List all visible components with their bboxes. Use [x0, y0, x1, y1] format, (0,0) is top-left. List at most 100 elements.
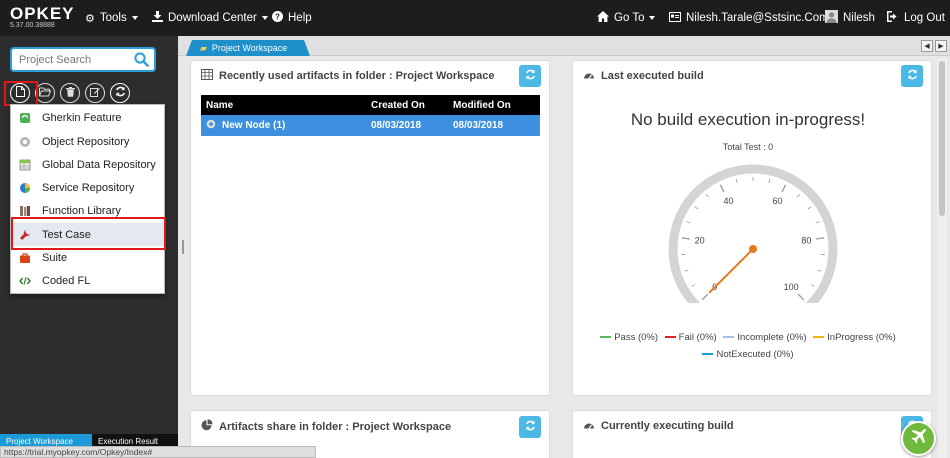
project-search-input[interactable] — [12, 49, 130, 70]
gauge-minor-tick — [768, 178, 771, 183]
refresh-tree-button[interactable] — [110, 83, 130, 103]
artifacts-share-title: Artifacts share in folder : Project Work… — [201, 419, 451, 434]
gauge-minor-tick — [694, 206, 699, 210]
gauge-needle-pivot — [749, 245, 757, 253]
logout-button[interactable]: Log Out — [887, 0, 945, 36]
test-case-icon — [19, 229, 31, 241]
build-gauge: 020406080100 — [668, 164, 838, 303]
workspace-tab-bar: ▰ Project Workspace ◀ ▶ — [178, 36, 950, 56]
service-repository-icon — [19, 182, 31, 194]
refresh-recent-button[interactable] — [519, 65, 541, 87]
table-header-row: Name Created On Modified On — [201, 95, 540, 115]
logo-text: OPKEY — [10, 4, 75, 23]
tools-menu[interactable]: ⚙ Tools — [85, 0, 138, 36]
menu-item-global-data-repository[interactable]: Global Data Repository — [11, 153, 164, 176]
tools-label: Tools — [99, 12, 127, 24]
gauge-major-tick — [816, 237, 825, 240]
user-profile[interactable]: Nilesh — [825, 0, 875, 36]
search-icon[interactable] — [134, 52, 149, 70]
edit-icon — [90, 86, 100, 100]
download-icon — [152, 11, 163, 25]
menu-item-label: Global Data Repository — [42, 158, 156, 171]
table-icon — [201, 69, 213, 83]
column-header[interactable]: Created On — [366, 95, 448, 115]
delete-button[interactable] — [60, 83, 80, 103]
panel-title-text: Currently executing build — [601, 420, 734, 432]
download-center-menu[interactable]: Download Center — [152, 0, 268, 36]
airplane-icon — [909, 427, 929, 450]
refresh-icon — [907, 69, 918, 83]
help-link[interactable]: ? Help — [272, 0, 312, 36]
open-folder-icon — [39, 86, 52, 100]
created-on-cell: 08/03/2018 — [366, 115, 448, 136]
refresh-icon — [525, 420, 536, 434]
refresh-icon — [525, 69, 536, 83]
edit-button[interactable] — [85, 83, 105, 103]
scroll-left-arrow[interactable]: ◀ — [921, 40, 933, 52]
sign-out-icon — [887, 11, 899, 25]
column-header[interactable]: Modified On — [448, 95, 540, 115]
gauge-tick-label: 60 — [773, 196, 783, 206]
column-header[interactable]: Name — [201, 95, 366, 115]
menu-item-label: Function Library — [42, 204, 121, 217]
object-repository-icon — [19, 136, 31, 148]
home-icon — [597, 11, 609, 25]
top-navbar: OPKEY 5.37.00.38888 ⚙ Tools Download Cen… — [0, 0, 950, 36]
menu-item-label: Test Case — [42, 228, 91, 241]
gauge-minor-tick — [807, 206, 812, 210]
chevron-down-icon — [261, 16, 268, 20]
legend-fail: Fail (0%) — [664, 331, 717, 343]
legend-label: Fail (0%) — [678, 331, 717, 343]
pie-chart-icon — [201, 419, 213, 434]
chevron-down-icon — [649, 16, 656, 20]
user-email[interactable]: Nilesh.Tarale@Sstsinc.Com — [669, 0, 829, 36]
menu-item-suite[interactable]: Suite — [11, 246, 164, 269]
tab-project-workspace-main[interactable]: ▰ Project Workspace — [186, 40, 310, 56]
gauge-tick-label: 100 — [784, 282, 799, 292]
function-library-icon — [19, 205, 31, 217]
legend-pass: Pass (0%) — [600, 332, 658, 343]
panel-title-text: Artifacts share in folder : Project Work… — [219, 420, 452, 433]
project-search-box — [10, 47, 156, 72]
menu-item-coded-fl[interactable]: Coded FL — [11, 269, 164, 292]
table-row[interactable]: New Node (1) 08/03/2018 08/03/2018 — [201, 115, 540, 136]
gauge-minor-tick — [691, 284, 696, 287]
scrollbar-thumb[interactable] — [939, 61, 945, 216]
gauge-legend: Pass (0%) Fail (0%) Incomplete (0%) InPr… — [573, 330, 923, 343]
gauge-tick-label: 40 — [723, 196, 733, 206]
gauge-minor-tick — [815, 221, 820, 224]
dashboard-icon — [583, 419, 595, 433]
gauge-minor-tick — [686, 221, 691, 224]
gauge-minor-tick — [735, 178, 738, 183]
refresh-icon — [115, 86, 126, 100]
launch-execution-button[interactable] — [901, 421, 936, 456]
gauge-major-tick — [701, 293, 709, 301]
opkey-logo[interactable]: OPKEY 5.37.00.38888 — [10, 5, 75, 30]
app-version: 5.37.00.38888 — [10, 22, 55, 29]
artifact-name-cell: New Node (1) — [201, 115, 366, 136]
refresh-share-button[interactable] — [519, 416, 541, 438]
scroll-right-arrow[interactable]: ▶ — [935, 40, 947, 52]
menu-item-service-repository[interactable]: Service Repository — [11, 176, 164, 199]
gauge-major-tick — [681, 237, 690, 240]
refresh-last-build-button[interactable] — [901, 65, 923, 87]
gauge-minor-tick — [705, 193, 710, 198]
tab-label: Execution Result — [98, 436, 159, 446]
main-scrollbar[interactable] — [937, 58, 947, 458]
build-status-message: No build execution in-progress! — [630, 110, 866, 129]
panel-title-text: Recently used artifacts in folder : Proj… — [219, 70, 495, 82]
last-build-panel: Last executed build No build execution i… — [572, 60, 932, 396]
menu-item-function-library[interactable]: Function Library — [11, 199, 164, 222]
gauge-needle — [708, 248, 754, 294]
open-folder-button[interactable] — [35, 83, 55, 103]
gauge-minor-tick — [684, 269, 689, 272]
sidebar-splitter-handle[interactable] — [182, 240, 184, 254]
menu-item-test-case[interactable]: Test Case — [11, 223, 164, 246]
help-label: Help — [288, 12, 312, 24]
menu-item-label: Coded FL — [42, 274, 91, 287]
workspace-tab-label: Project Workspace — [211, 43, 288, 53]
question-icon: ? — [272, 11, 283, 25]
menu-item-object-repository[interactable]: Object Repository — [11, 130, 164, 153]
goto-menu[interactable]: Go To — [597, 0, 656, 36]
menu-item-gherkin-feature[interactable]: Gherkin Feature — [11, 106, 164, 129]
